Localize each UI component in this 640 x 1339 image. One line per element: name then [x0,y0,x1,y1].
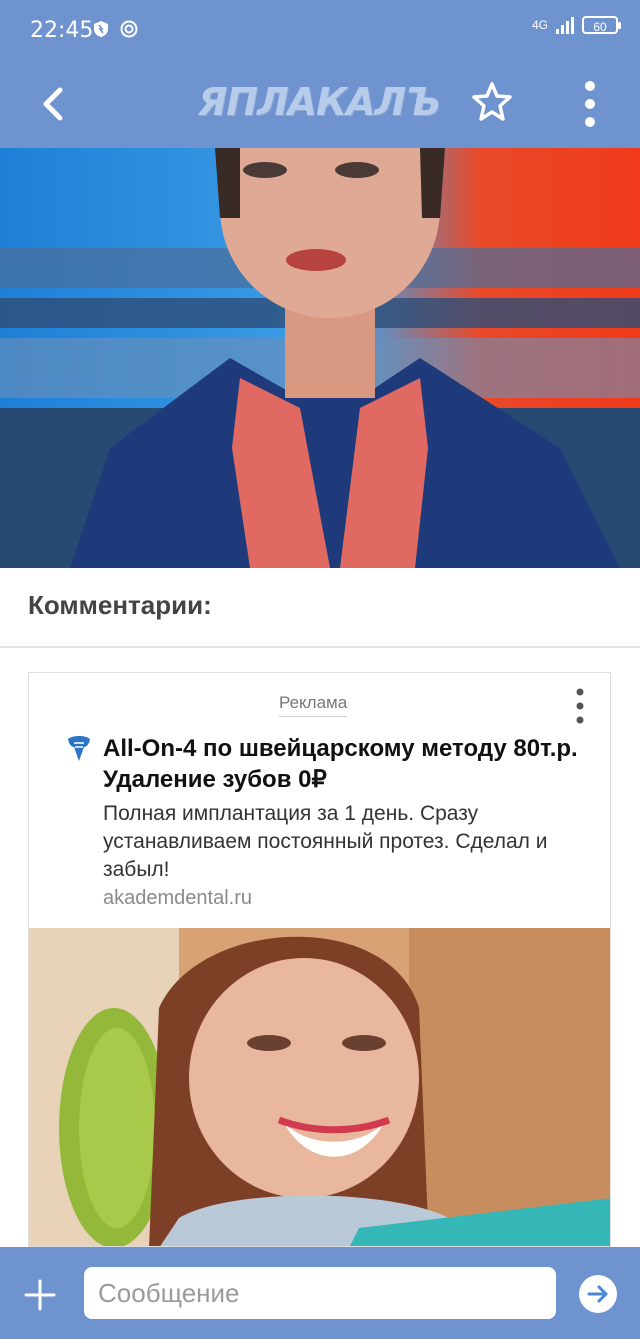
ad-description: Полная имплантация за 1 день. Сразу уста… [103,802,548,881]
message-composer [0,1247,640,1339]
post-image[interactable] [0,148,640,568]
back-arrow-icon[interactable] [34,84,74,124]
message-input[interactable] [84,1267,556,1319]
star-icon[interactable] [470,80,514,124]
tooth-logo-icon [68,736,90,761]
status-bar: 22:45 4G 60 [0,0,640,62]
more-vertical-icon[interactable] [578,76,602,132]
plus-icon[interactable] [22,1277,58,1313]
battery-icon: 60 [582,16,621,34]
divider [0,646,640,648]
status-right-cluster: 4G 60 [531,16,621,34]
site-logo[interactable]: ЯПЛАКАЛЪ [198,76,441,128]
settings-circle-icon [120,20,138,38]
shield-icon [94,21,108,37]
ad-title[interactable]: All-On-4 по швейцарскому методу 80т.р. У… [103,733,593,795]
signal-icon [556,16,574,34]
ad-label: Реклама [279,693,348,717]
app-bar: ЯПЛАКАЛЪ [0,62,640,148]
more-vertical-icon[interactable] [573,687,587,725]
comments-title: Комментарии: [28,590,212,620]
ad-domain[interactable]: akademdental.ru [103,887,252,910]
dental-patient-image [29,928,610,1246]
network-type: 4G [531,18,548,32]
news-anchor-image [0,148,640,568]
ad-image[interactable] [29,928,610,1246]
send-icon[interactable] [578,1274,618,1314]
ad-card[interactable]: Реклама All-On-4 по швейцарскому методу … [28,672,611,1247]
status-time: 22:45 [30,18,94,43]
